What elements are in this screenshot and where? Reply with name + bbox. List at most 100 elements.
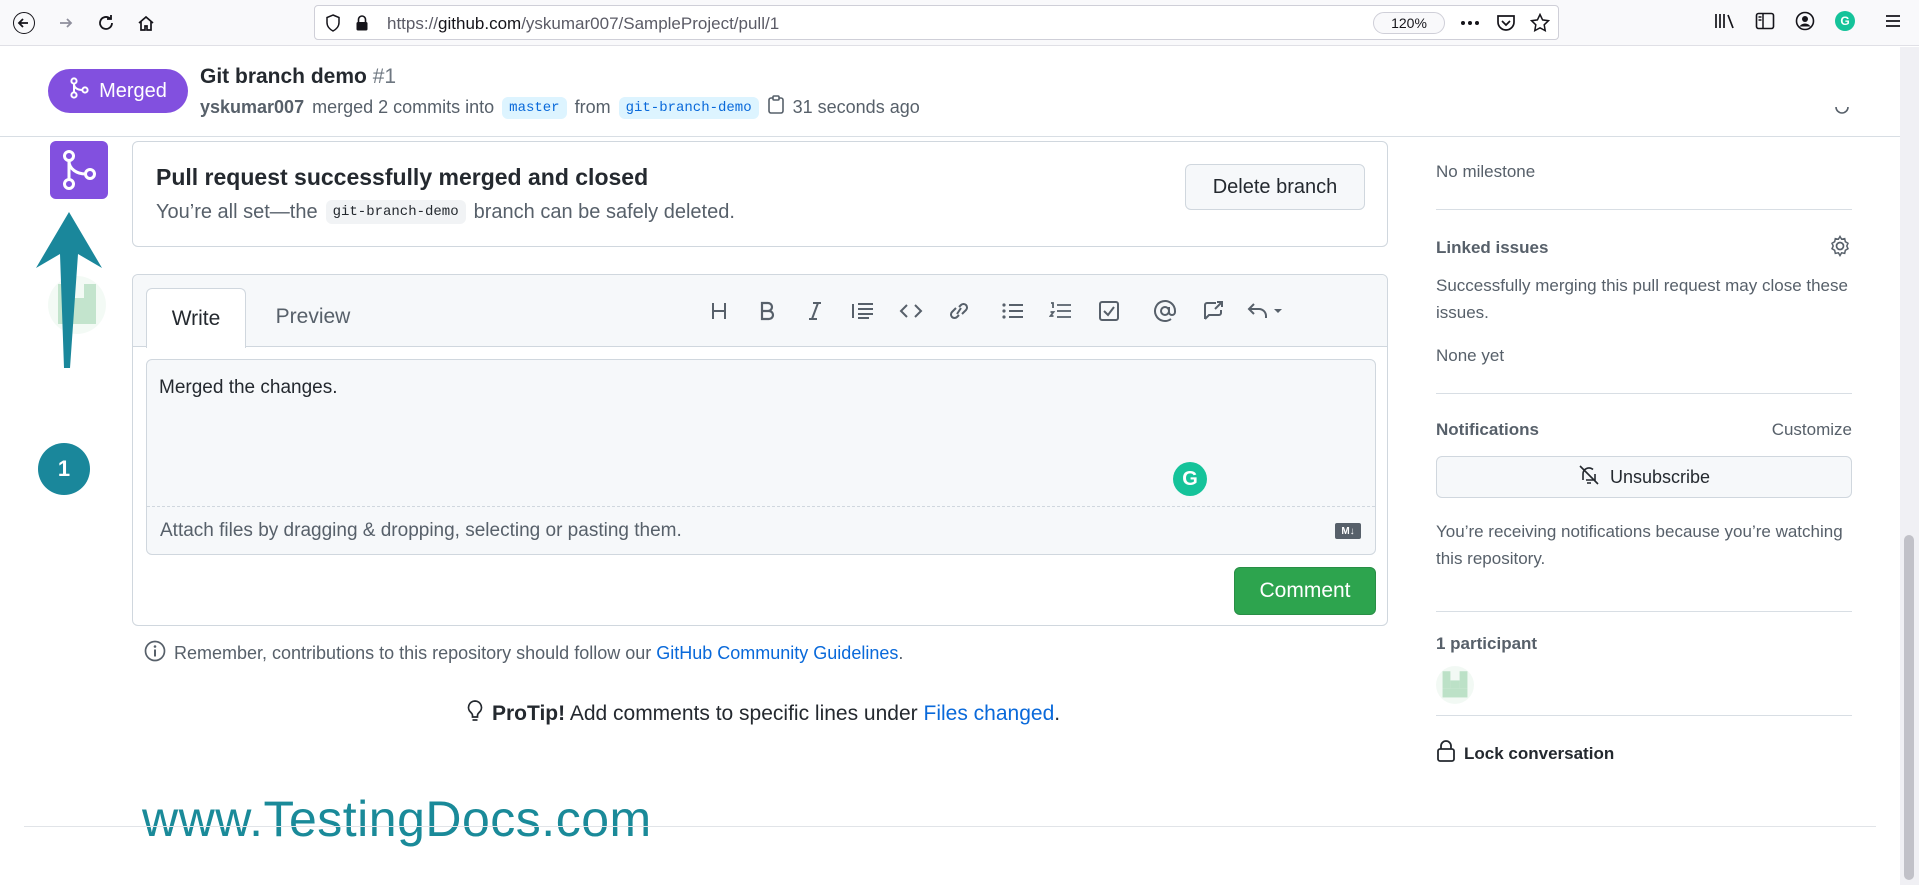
library-icon[interactable]	[1712, 8, 1738, 34]
linked-issues-heading: Linked issues	[1436, 238, 1549, 257]
watermark-text: www.TestingDocs.com	[142, 791, 652, 847]
comment-text: Merged the changes.	[159, 377, 338, 398]
lock-icon[interactable]	[355, 14, 369, 37]
notifications-section: Notifications Customize Unsubscribe You’…	[1436, 394, 1852, 612]
tab-write[interactable]: Write	[146, 288, 246, 348]
account-icon[interactable]	[1792, 8, 1818, 34]
url-text: https://github.com/yskumar007/SampleProj…	[387, 14, 779, 34]
heading-icon[interactable]	[703, 295, 735, 327]
milestone-gear-icon[interactable]	[1832, 106, 1852, 124]
bell-slash-icon	[1578, 464, 1600, 491]
link-icon[interactable]	[943, 295, 975, 327]
scrollbar-thumb[interactable]	[1904, 535, 1914, 880]
pocket-icon[interactable]	[1493, 10, 1519, 36]
pr-time-ago: 31 seconds ago	[792, 97, 920, 117]
linked-issues-section: Linked issues Successfully merging this …	[1436, 210, 1852, 394]
grammarly-extension-label: G	[1835, 11, 1855, 31]
participant-avatar[interactable]	[1436, 666, 1474, 704]
pr-title: Git branch demo #1	[200, 65, 396, 89]
pr-author-link[interactable]: yskumar007	[200, 97, 304, 118]
pr-meta: yskumar007 merged 2 commits into master …	[200, 95, 920, 120]
files-changed-link[interactable]: Files changed	[924, 702, 1055, 725]
home-icon[interactable]	[128, 5, 164, 41]
participants-heading: 1 participant	[1436, 634, 1538, 653]
numbered-list-icon[interactable]	[1045, 295, 1077, 327]
step-number-marker: 1	[38, 443, 90, 495]
address-bar[interactable]: https://github.com/yskumar007/SampleProj…	[314, 5, 1559, 40]
bookmark-star-icon[interactable]	[1527, 10, 1553, 36]
pr-meta-action: merged 2 commits into	[312, 97, 495, 117]
task-list-icon[interactable]	[1093, 295, 1125, 327]
reply-icon[interactable]	[1243, 295, 1289, 327]
base-branch-tag[interactable]: master	[502, 96, 567, 119]
customize-link[interactable]: Customize	[1772, 416, 1852, 443]
comment-button[interactable]: Comment	[1234, 567, 1376, 615]
protip-label: ProTip!	[492, 702, 566, 725]
mention-icon[interactable]	[1149, 295, 1181, 327]
lock-conversation-link[interactable]: Lock conversation	[1436, 740, 1614, 767]
pr-title-text: Git branch demo	[200, 65, 367, 88]
reload-icon[interactable]	[88, 5, 124, 41]
shield-icon[interactable]	[325, 14, 341, 37]
guidelines-suffix: .	[898, 643, 904, 663]
browser-toolbar: https://github.com/yskumar007/SampleProj…	[0, 0, 1919, 46]
delete-branch-button[interactable]: Delete branch	[1185, 164, 1365, 210]
code-icon[interactable]	[895, 295, 927, 327]
more-actions-icon[interactable]	[1457, 10, 1483, 36]
grammarly-extension-icon[interactable]: G	[1832, 8, 1858, 34]
merged-state-badge: Merged	[48, 69, 188, 113]
head-branch-tag[interactable]: git-branch-demo	[618, 96, 759, 119]
merged-state-label: Merged	[99, 79, 167, 102]
attach-files-text: Attach files by dragging & dropping, sel…	[160, 520, 682, 541]
linked-issues-value: None yet	[1436, 346, 1505, 365]
milestone-value: No milestone	[1436, 162, 1536, 181]
divider	[24, 826, 1876, 827]
unsubscribe-button[interactable]: Unsubscribe	[1436, 456, 1852, 498]
italic-icon[interactable]	[799, 295, 831, 327]
forward-icon[interactable]	[48, 5, 84, 41]
grammarly-badge-icon[interactable]: G	[1173, 462, 1207, 496]
pr-number: #1	[372, 65, 397, 88]
url-path: /yskumar007/SampleProject/pull/1	[521, 14, 780, 33]
linked-issues-description: Successfully merging this pull request m…	[1436, 276, 1848, 322]
merge-event-icon	[50, 141, 108, 199]
sidebar-toggle-icon[interactable]	[1752, 8, 1778, 34]
milestone-heading-partial	[1436, 104, 1852, 118]
quote-icon[interactable]	[847, 295, 879, 327]
guidelines-link[interactable]: GitHub Community Guidelines	[656, 643, 898, 663]
protip-suffix: .	[1054, 702, 1061, 725]
bullet-list-icon[interactable]	[997, 295, 1029, 327]
merge-desc-prefix: You’re all set—the	[156, 200, 318, 223]
merge-status-title: Pull request successfully merged and clo…	[156, 164, 649, 190]
url-domain: github.com	[438, 14, 522, 33]
merge-status-card: Pull request successfully merged and clo…	[132, 141, 1388, 247]
reference-icon[interactable]	[1197, 295, 1229, 327]
guidelines-prefix: Remember, contributions to this reposito…	[174, 643, 652, 663]
participants-section: 1 participant	[1436, 612, 1852, 716]
pr-meta-from: from	[574, 97, 611, 117]
git-merge-icon	[69, 77, 89, 105]
attach-files-area[interactable]: Attach files by dragging & dropping, sel…	[147, 506, 1375, 554]
linked-issues-gear-icon[interactable]	[1828, 234, 1852, 263]
guidelines-note: Remember, contributions to this reposito…	[144, 640, 903, 667]
merge-desc-suffix: branch can be safely deleted.	[473, 200, 735, 223]
lock-icon	[1436, 740, 1456, 767]
zoom-level-badge[interactable]: 120%	[1373, 12, 1445, 34]
menu-icon[interactable]	[1880, 8, 1906, 34]
notifications-heading: Notifications	[1436, 420, 1539, 439]
milestone-section: No milestone	[1436, 106, 1852, 210]
copy-branch-icon[interactable]	[767, 95, 785, 120]
bold-icon[interactable]	[751, 295, 783, 327]
lock-conversation-label: Lock conversation	[1464, 743, 1615, 763]
lightbulb-icon	[466, 699, 484, 729]
markdown-icon[interactable]: M↓	[1335, 523, 1361, 539]
unsubscribe-label: Unsubscribe	[1609, 466, 1711, 487]
url-prefix: https://	[387, 14, 439, 33]
tab-preview[interactable]: Preview	[263, 288, 363, 346]
info-icon	[144, 640, 166, 667]
comment-tab-header: Write Preview	[133, 275, 1387, 348]
page-scrollbar[interactable]	[1900, 47, 1919, 885]
comment-textarea[interactable]: Merged the changes. Attach files by drag…	[146, 359, 1376, 555]
protip-text: Add comments to specific lines under	[569, 702, 918, 725]
back-icon[interactable]	[6, 5, 42, 41]
